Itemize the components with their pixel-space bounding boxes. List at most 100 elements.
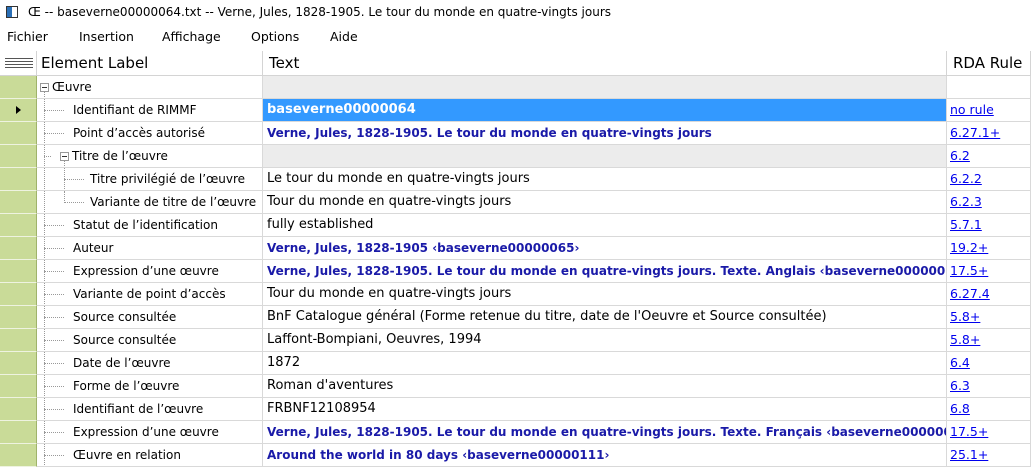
rda-rule-link[interactable]: 25.1+ [950, 447, 988, 462]
rda-rule-link[interactable]: 6.4 [950, 355, 970, 370]
table-row[interactable]: Expression d’une œuvre Verne, Jules, 1828… [0, 260, 1031, 283]
row-selector[interactable] [0, 122, 37, 145]
table-row[interactable]: Identifiant de l’œuvre FRBNF12108954 6.8 [0, 398, 1031, 421]
menu-insertion[interactable]: Insertion [79, 29, 134, 44]
rda-rule-link[interactable]: 19.2+ [950, 240, 988, 255]
table-row[interactable]: Variante de titre de l’œuvre Tour du mond… [0, 191, 1031, 214]
table-row[interactable]: Point d’accès autorisé Verne, Jules, 1828… [0, 122, 1031, 145]
row-selector[interactable] [0, 237, 37, 260]
element-label-cell[interactable]: Œuvre en relation [37, 444, 263, 467]
menu-aide[interactable]: Aide [330, 29, 358, 44]
row-selector[interactable] [0, 306, 37, 329]
table-row[interactable]: Source consultée Laffont-Bompiani, Oeuvre… [0, 329, 1031, 352]
table-row[interactable]: Identifiant de RIMMF baseverne00000064 no … [0, 99, 1031, 122]
element-label-cell[interactable]: Variante de point d’accès [37, 283, 263, 306]
table-row[interactable]: Forme de l’œuvre Roman d'aventures 6.3 [0, 375, 1031, 398]
text-cell[interactable]: FRBNF12108954 [263, 398, 947, 421]
rda-rule-link[interactable]: 6.3 [950, 378, 970, 393]
element-label-cell[interactable]: Statut de l’identification [37, 214, 263, 237]
row-selector[interactable] [0, 352, 37, 375]
row-selector[interactable] [0, 375, 37, 398]
element-label-cell[interactable]: Expression d’une œuvre [37, 421, 263, 444]
row-selector[interactable] [0, 444, 37, 467]
element-label-cell[interactable]: Identifiant de l’œuvre [37, 398, 263, 421]
text-cell[interactable]: fully established [263, 214, 947, 237]
menu-fichier[interactable]: Fichier [7, 29, 48, 44]
rda-rule-link[interactable]: 6.2.2 [950, 171, 982, 186]
row-selector[interactable] [0, 398, 37, 421]
rda-rule-link[interactable]: 17.5+ [950, 424, 988, 439]
grid-corner-header[interactable] [0, 51, 37, 76]
select-all-icon [5, 58, 33, 68]
table-row[interactable]: Expression d’une œuvre Verne, Jules, 1828… [0, 421, 1031, 444]
rda-rule-link[interactable]: 5.8+ [950, 309, 980, 324]
row-selector[interactable] [0, 329, 37, 352]
text-cell[interactable]: 1872 [263, 352, 947, 375]
text-cell[interactable]: Laffont-Bompiani, Oeuvres, 1994 [263, 329, 947, 352]
element-label-cell[interactable]: Source consultée [37, 306, 263, 329]
row-selector[interactable] [0, 191, 37, 214]
text-cell[interactable]: Roman d'aventures [263, 375, 947, 398]
table-row[interactable]: Titre privilégié de l’œuvre Le tour du mo… [0, 168, 1031, 191]
rda-rule-link[interactable]: no rule [950, 102, 994, 117]
text-cell[interactable]: Tour du monde en quatre-vingts jours [263, 283, 947, 306]
column-header-element-label[interactable]: Element Label [37, 51, 263, 76]
rda-rule-link[interactable]: 6.8 [950, 401, 970, 416]
text-cell[interactable]: Tour du monde en quatre-vingts jours [263, 191, 947, 214]
text-cell[interactable]: Around the world in 80 days ‹baseverne00… [263, 444, 947, 467]
rda-rule-cell [947, 76, 1031, 99]
row-selector[interactable] [0, 145, 37, 168]
row-selector[interactable] [0, 99, 37, 122]
column-header-text[interactable]: Text [263, 51, 947, 76]
row-selector[interactable] [0, 260, 37, 283]
element-label-cell[interactable]: Variante de titre de l’œuvre [37, 191, 263, 214]
table-row[interactable]: Statut de l’identification fully establis… [0, 214, 1031, 237]
rda-rule-link[interactable]: 6.27.1+ [950, 125, 1000, 140]
element-label-cell[interactable]: Date de l’œuvre [37, 352, 263, 375]
menu-affichage[interactable]: Affichage [162, 29, 221, 44]
table-row[interactable]: Source consultée BnF Catalogue général (F… [0, 306, 1031, 329]
element-label-cell[interactable]: Point d’accès autorisé [37, 122, 263, 145]
row-selector[interactable] [0, 76, 37, 99]
element-label-cell[interactable]: Titre de l’œuvre [37, 145, 263, 168]
text-cell[interactable]: Verne, Jules, 1828-1905. Le tour du mond… [263, 260, 947, 283]
text-cell[interactable]: baseverne00000064 [263, 99, 947, 122]
text-cell[interactable] [263, 76, 947, 99]
element-label-cell[interactable]: Identifiant de RIMMF [37, 99, 263, 122]
row-selector[interactable] [0, 421, 37, 444]
menu-options[interactable]: Options [251, 29, 299, 44]
element-label-cell[interactable]: Auteur [37, 237, 263, 260]
text-cell[interactable]: Verne, Jules, 1828-1905 ‹baseverne000000… [263, 237, 947, 260]
rda-rule-link[interactable]: 6.2 [950, 148, 970, 163]
element-label-cell[interactable]: Expression d’une œuvre [37, 260, 263, 283]
rda-rule-link[interactable]: 5.8+ [950, 332, 980, 347]
rda-rule-link[interactable]: 6.2.3 [950, 194, 982, 209]
table-row[interactable]: Titre de l’œuvre 6.2 [0, 145, 1031, 168]
text-cell[interactable]: BnF Catalogue général (Forme retenue du … [263, 306, 947, 329]
table-row[interactable]: Date de l’œuvre 1872 6.4 [0, 352, 1031, 375]
element-label-cell[interactable]: Titre privilégié de l’œuvre [37, 168, 263, 191]
row-selector[interactable] [0, 168, 37, 191]
table-row[interactable]: Œuvre [0, 76, 1031, 99]
element-label-cell[interactable]: Forme de l’œuvre [37, 375, 263, 398]
rda-rule-cell: 19.2+ [947, 237, 1031, 260]
collapse-toggle-icon[interactable] [40, 83, 49, 92]
text-cell[interactable]: Verne, Jules, 1828-1905. Le tour du mond… [263, 421, 947, 444]
table-row[interactable]: Œuvre en relation Around the world in 80 … [0, 444, 1031, 467]
collapse-toggle-icon[interactable] [60, 152, 69, 161]
table-row[interactable]: Auteur Verne, Jules, 1828-1905 ‹baseverne… [0, 237, 1031, 260]
row-selector[interactable] [0, 214, 37, 237]
tree-line [44, 317, 64, 318]
element-label: Œuvre [52, 80, 92, 94]
text-cell[interactable]: Verne, Jules, 1828-1905. Le tour du mond… [263, 122, 947, 145]
element-label-cell[interactable]: Source consultée [37, 329, 263, 352]
table-row[interactable]: Variante de point d’accès Tour du monde e… [0, 283, 1031, 306]
element-label-cell[interactable]: Œuvre [37, 76, 263, 99]
text-cell[interactable]: Le tour du monde en quatre-vingts jours [263, 168, 947, 191]
row-selector[interactable] [0, 283, 37, 306]
rda-rule-link[interactable]: 5.7.1 [950, 217, 982, 232]
column-header-rda-rule[interactable]: RDA Rule [947, 51, 1031, 76]
rda-rule-link[interactable]: 6.27.4 [950, 286, 990, 301]
rda-rule-link[interactable]: 17.5+ [950, 263, 988, 278]
text-cell[interactable] [263, 145, 947, 168]
